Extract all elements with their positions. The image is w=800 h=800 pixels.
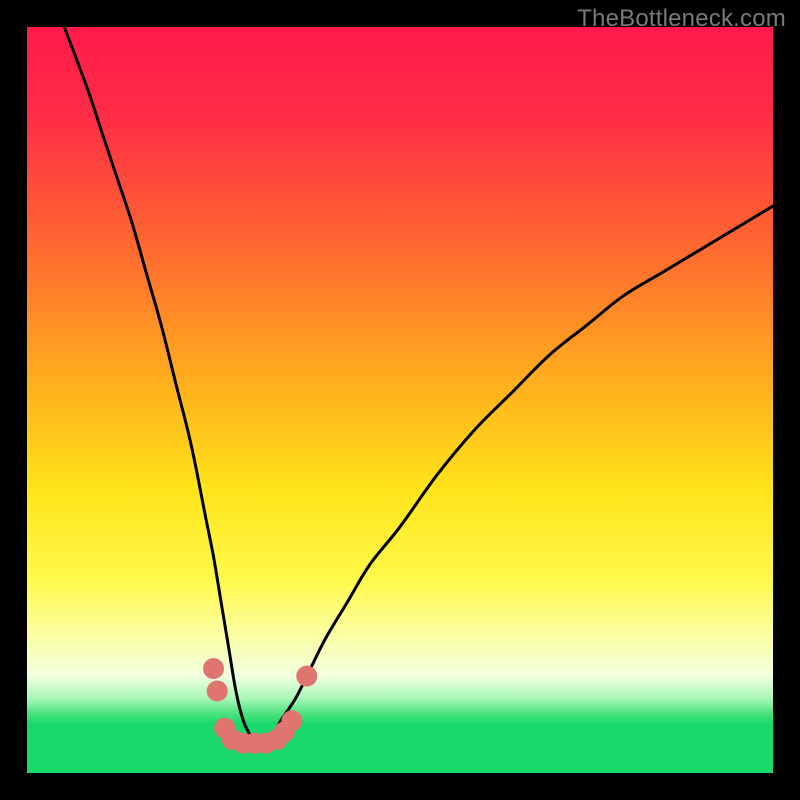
chart-frame [27, 27, 773, 773]
highlight-point [296, 666, 317, 687]
highlight-point [203, 658, 224, 679]
highlight-point [207, 680, 228, 701]
highlight-point [281, 710, 302, 731]
bottleneck-chart [27, 27, 773, 773]
chart-background [27, 27, 773, 773]
